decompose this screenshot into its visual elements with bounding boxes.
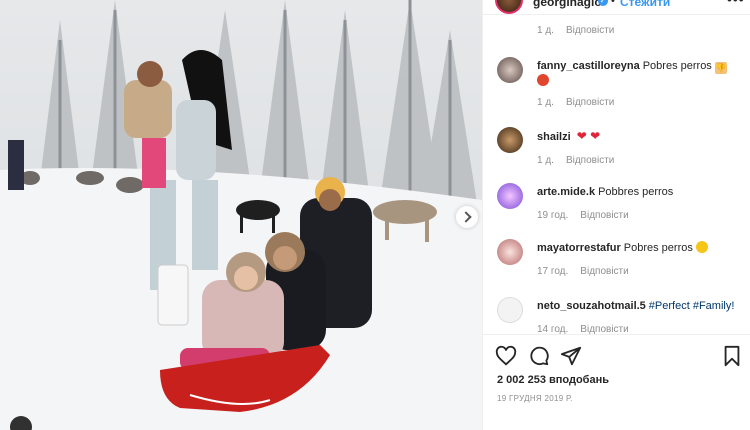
comment-time: 14 год. <box>537 324 569 334</box>
comment-icon[interactable] <box>528 345 550 367</box>
post-header: georginagio ✓ • Стежити ••• <box>483 0 750 14</box>
hashtag-link[interactable]: #Perfect <box>649 300 690 312</box>
comment-item: fanny_castilloreyna Pobres perros 👎 1 д. В… <box>483 57 750 117</box>
heart-icon[interactable] <box>495 345 517 367</box>
post-date: 19 ГРУДНЯ 2019 Р. <box>497 394 573 403</box>
post-photo[interactable] <box>0 0 482 430</box>
comment-meta: 14 год. Відповісти <box>537 324 629 334</box>
bookmark-icon[interactable] <box>721 345 743 367</box>
angry-face-icon <box>537 74 549 86</box>
commenter-avatar[interactable] <box>497 57 523 83</box>
comment-body: Pobres perros <box>623 242 693 254</box>
author-username[interactable]: georginagio <box>533 0 602 9</box>
commenter-avatar[interactable] <box>497 127 523 153</box>
commenter-avatar[interactable] <box>497 239 523 265</box>
header-separator: • <box>611 0 615 7</box>
comment-item: 1 д. Відповісти <box>483 23 750 43</box>
comment-meta: 1 д. Відповісти <box>537 155 614 166</box>
commenter-username[interactable]: neto_souzahotmail.5 <box>537 300 646 312</box>
reply-link[interactable]: Відповісти <box>580 210 628 221</box>
comment-text: arte.mide.k Pobbres perros <box>537 185 737 200</box>
reply-link[interactable]: Відповісти <box>566 97 614 108</box>
photo-illustration <box>0 0 482 430</box>
follow-button[interactable]: Стежити <box>620 0 670 9</box>
share-icon[interactable] <box>560 345 582 367</box>
commenter-username[interactable]: arte.mide.k <box>537 186 595 198</box>
verified-badge-icon: ✓ <box>598 0 608 6</box>
two-red-hearts-icon: ❤ ❤ <box>576 129 601 143</box>
comment-time: 17 год. <box>537 266 569 277</box>
comment-meta: 1 д. Відповісти <box>537 25 614 36</box>
comment-item: mayatorrestafur Pobres perros 17 год. Відп… <box>483 239 750 299</box>
thumbs-down-icon: 👎 <box>714 62 727 74</box>
comment-text: mayatorrestafur Pobres perros <box>537 241 737 256</box>
next-photo-button[interactable] <box>456 206 478 228</box>
comment-time: 1 д. <box>537 25 554 36</box>
post-actions: 2 002 253 вподобань 19 ГРУДНЯ 2019 Р. <box>483 334 750 430</box>
hashtag-link[interactable]: #Family! <box>693 300 735 312</box>
commenter-username[interactable]: mayatorrestafur <box>537 242 621 254</box>
reply-link[interactable]: Відповісти <box>580 266 628 277</box>
more-options-icon[interactable]: ••• <box>727 0 745 7</box>
post-side-panel: georginagio ✓ • Стежити ••• 1 д. Відповіс… <box>482 0 750 430</box>
commenter-avatar[interactable] <box>497 297 523 323</box>
reply-link[interactable]: Відповісти <box>566 155 614 166</box>
likes-count[interactable]: 2 002 253 вподобань <box>497 374 609 386</box>
comments-list[interactable]: 1 д. Відповісти fanny_castilloreyna Pobres… <box>483 14 750 334</box>
comment-meta: 17 год. Відповісти <box>537 266 629 277</box>
comment-time: 1 д. <box>537 155 554 166</box>
commenter-username[interactable]: shailzi <box>537 131 571 143</box>
comment-item: neto_souzahotmail.5 #Perfect #Family! 14 … <box>483 297 750 334</box>
comment-text: neto_souzahotmail.5 #Perfect #Family! <box>537 299 737 314</box>
comment-text: fanny_castilloreyna Pobres perros 👎 <box>537 59 737 89</box>
commenter-username[interactable]: fanny_castilloreyna <box>537 60 640 72</box>
commenter-avatar[interactable] <box>497 183 523 209</box>
reply-link[interactable]: Відповісти <box>566 25 614 36</box>
author-avatar[interactable] <box>495 0 523 14</box>
comment-item: arte.mide.k Pobbres perros 19 год. Відпові… <box>483 183 750 243</box>
comment-text: shailzi ❤ ❤ <box>537 129 737 145</box>
comment-body: Pobres perros <box>642 60 712 72</box>
comment-meta: 1 д. Відповісти <box>537 97 614 108</box>
comment-time: 1 д. <box>537 97 554 108</box>
comment-item: shailzi ❤ ❤ 1 д. Відповісти <box>483 127 750 187</box>
sad-face-icon <box>695 241 708 253</box>
comment-meta: 19 год. Відповісти <box>537 210 629 221</box>
comment-body: Pobbres perros <box>598 186 674 198</box>
reply-link[interactable]: Відповісти <box>580 324 628 334</box>
comment-time: 19 год. <box>537 210 569 221</box>
